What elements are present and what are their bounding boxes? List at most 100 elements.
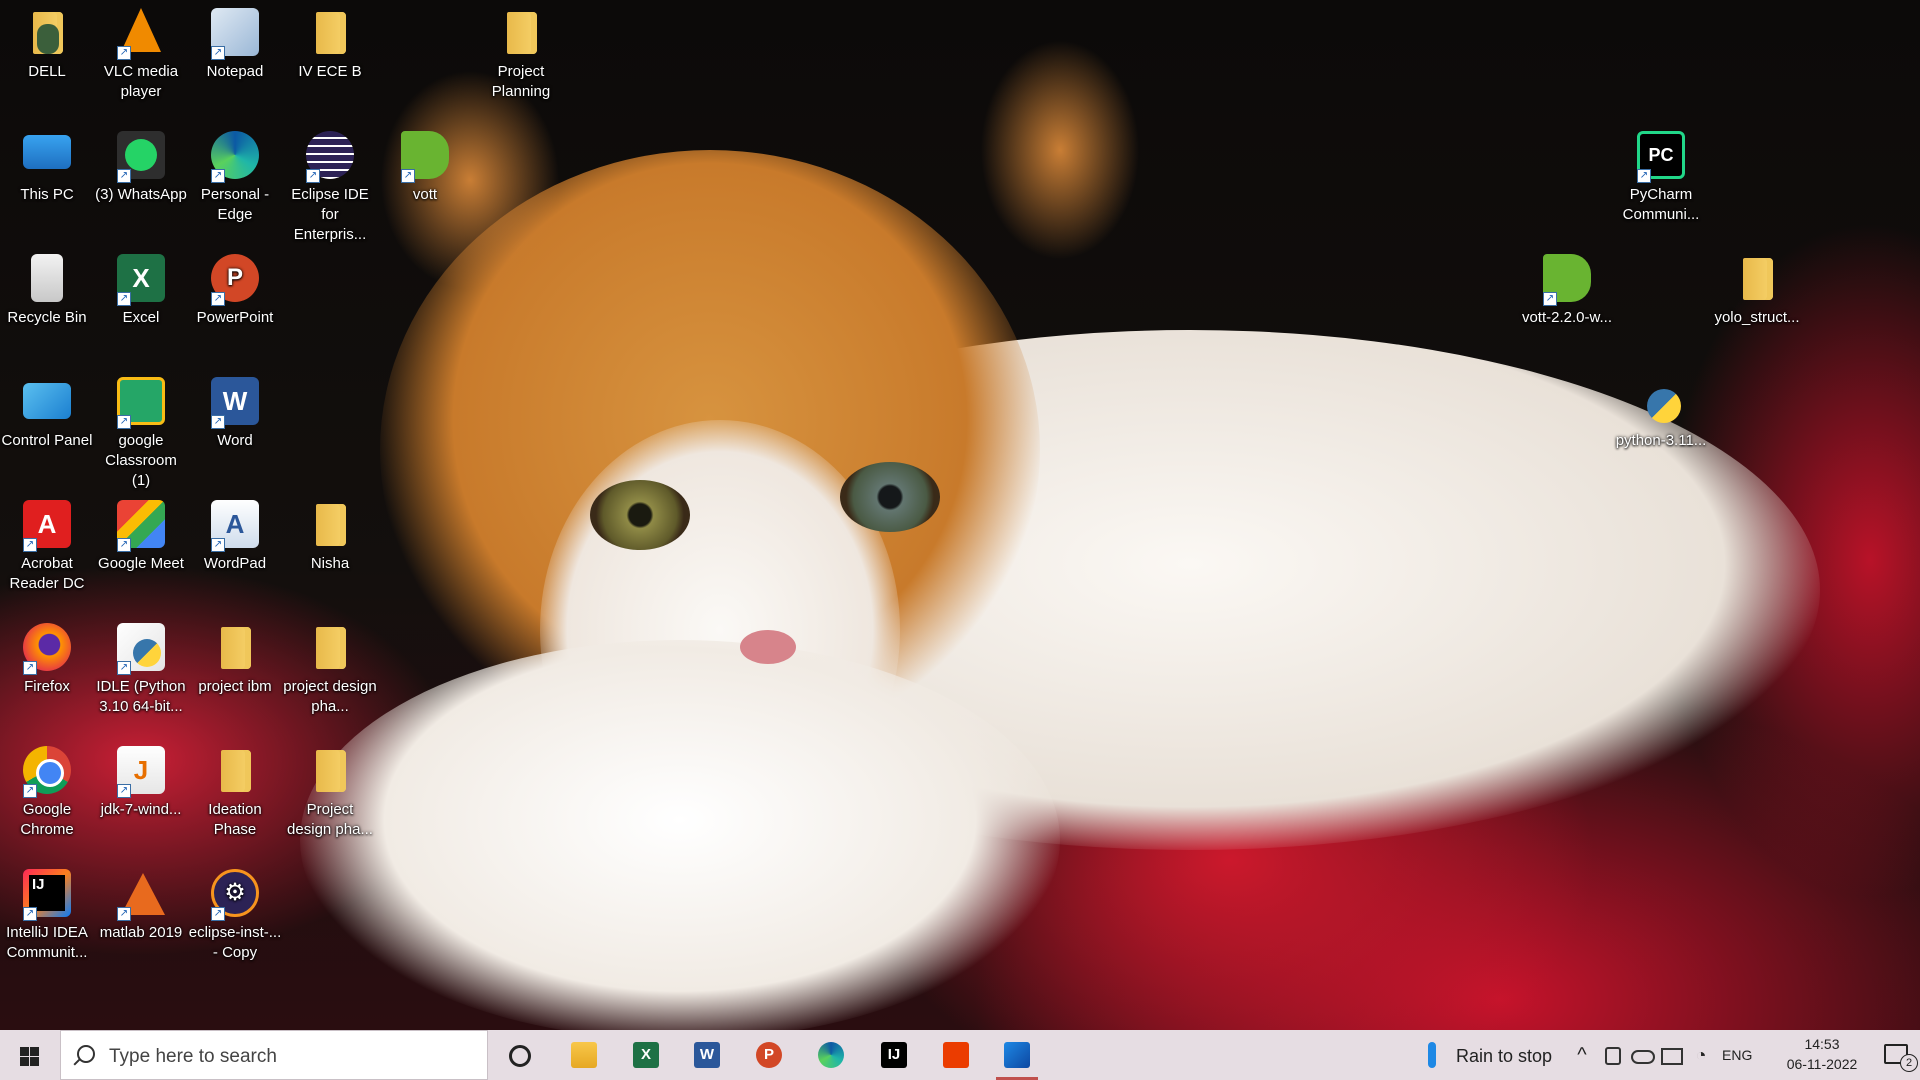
taskbar-powerpoint-button[interactable]: P — [740, 1030, 798, 1080]
taskbar-edge-button[interactable] — [802, 1030, 860, 1080]
desktop-icon-label: project ibm — [198, 678, 272, 695]
desktop-icon-matlab[interactable]: ↗ matlab 2019 — [94, 861, 188, 943]
eclipse-icon: ↗ — [304, 129, 356, 183]
shortcut-arrow-icon: ↗ — [211, 907, 225, 921]
desktop-icon-google-classroom[interactable]: ↗ google Classroom (1) — [94, 369, 188, 491]
action-center-button[interactable]: 2 — [1876, 1030, 1920, 1080]
taskbar-file-explorer-button[interactable] — [555, 1030, 613, 1080]
desktop-icon-excel[interactable]: X ↗ Excel — [94, 246, 188, 328]
desktop-icon-label: yolo_struct... — [1714, 309, 1800, 326]
cortana-icon: O — [509, 1045, 531, 1067]
shortcut-arrow-icon: ↗ — [117, 784, 131, 798]
this-pc-icon — [21, 129, 73, 181]
desktop-icon-this-pc[interactable]: This PC — [0, 123, 94, 205]
kitten-eye-right — [840, 462, 940, 532]
shortcut-arrow-icon: ↗ — [211, 415, 225, 429]
weather-widget[interactable]: Rain to stop — [1420, 1030, 1560, 1080]
word-icon: W ↗ — [209, 375, 261, 429]
desktop-icon-dell[interactable]: DELL — [0, 0, 94, 82]
desktop-icon-vlc[interactable]: ↗ VLC media player — [94, 0, 188, 102]
powerpoint-icon: P — [756, 1042, 782, 1068]
onedrive-icon[interactable] — [1628, 1030, 1655, 1080]
desktop-icon-control-panel[interactable]: Control Panel — [0, 369, 94, 451]
taskbar-search-box[interactable]: Type here to search — [60, 1030, 488, 1080]
desktop-icon-label: Nisha — [310, 555, 350, 572]
shortcut-arrow-icon: ↗ — [117, 292, 131, 306]
desktop-icon-python-installer[interactable]: python-3.11... — [1614, 369, 1708, 451]
desktop-icon-nisha[interactable]: Nisha — [283, 492, 377, 574]
desktop-icon-powerpoint[interactable]: P ↗ PowerPoint — [188, 246, 282, 328]
desktop-icon-project-ibm[interactable]: project ibm — [188, 615, 282, 697]
control-panel-icon — [21, 375, 73, 427]
vott-tag-icon: ↗ — [399, 129, 451, 183]
desktop-icon-label: (3) WhatsApp — [95, 186, 187, 203]
desktop-icon-intellij[interactable]: IJ ↗ IntelliJ IDEA Communit... — [0, 861, 94, 963]
shortcut-arrow-icon: ↗ — [306, 169, 320, 183]
desktop-icon-chrome[interactable]: ↗ Google Chrome — [0, 738, 94, 840]
taskbar-intellij-button[interactable]: IJ — [865, 1030, 923, 1080]
show-hidden-icons-chevron[interactable]: ^ — [1570, 1030, 1594, 1080]
intellij-icon: IJ — [881, 1042, 907, 1068]
excel-icon: X ↗ — [115, 252, 167, 306]
wifi-icon[interactable]: ◔ — [1688, 1030, 1714, 1080]
desktop-icon-vott[interactable]: ↗ vott — [378, 123, 472, 205]
desktop-icon-label: Google Meet — [98, 555, 184, 572]
desktop-icon-ideation[interactable]: Ideation Phase — [188, 738, 282, 840]
desktop-icon-project-design-2[interactable]: Project design pha... — [283, 738, 377, 840]
windows-logo-icon — [20, 1047, 39, 1066]
search-icon — [77, 1045, 95, 1063]
desktop-icon-eclipse-inst[interactable]: ⚙ ↗ eclipse-inst-... - Copy — [188, 861, 282, 963]
taskbar-photos-button[interactable] — [988, 1030, 1046, 1080]
desktop-icon-project-design-1[interactable]: project design pha... — [283, 615, 377, 717]
whatsapp-icon: ↗ — [115, 129, 167, 183]
desktop-icon-label: Notepad — [206, 63, 264, 80]
clock-date: 06-11-2022 — [1786, 1056, 1858, 1072]
shortcut-arrow-icon: ↗ — [211, 292, 225, 306]
desktop-icon-word[interactable]: W ↗ Word — [188, 369, 282, 451]
desktop-icon-jdk[interactable]: J ↗ jdk-7-wind... — [94, 738, 188, 820]
battery-icon[interactable] — [1658, 1030, 1684, 1080]
desktop-icon-google-meet[interactable]: ↗ Google Meet — [94, 492, 188, 574]
clock[interactable]: 14:53 06-11-2022 — [1772, 1030, 1872, 1080]
wordpad-icon: A ↗ — [209, 498, 261, 552]
desktop-icon-label: Control Panel — [1, 432, 93, 449]
desktop-icon-label: PowerPoint — [196, 309, 274, 326]
desktop-icon-wordpad[interactable]: A ↗ WordPad — [188, 492, 282, 574]
shortcut-arrow-icon: ↗ — [117, 661, 131, 675]
language-indicator[interactable]: ENG — [1722, 1030, 1762, 1080]
desktop-icon-label: jdk-7-wind... — [100, 801, 182, 818]
java-installer-icon: J ↗ — [115, 744, 167, 798]
desktop-icon-edge[interactable]: ↗ Personal - Edge — [188, 123, 282, 225]
desktop-icon-acrobat[interactable]: A ↗ Acrobat Reader DC — [0, 492, 94, 594]
desktop-icon-label: VLC media player — [103, 63, 179, 100]
taskbar-office-button[interactable] — [927, 1030, 985, 1080]
desktop-icon-firefox[interactable]: ↗ Firefox — [0, 615, 94, 697]
office-icon — [943, 1042, 969, 1068]
intellij-icon: IJ ↗ — [21, 867, 73, 921]
taskbar-word-button[interactable]: W — [678, 1030, 736, 1080]
desktop-icon-notepad[interactable]: ↗ Notepad — [188, 0, 282, 82]
start-button[interactable] — [0, 1030, 60, 1080]
desktop-icon-label: Acrobat Reader DC — [9, 555, 85, 592]
desktop-icon-idle[interactable]: ↗ IDLE (Python 3.10 64-bit... — [94, 615, 188, 717]
desktop-icon-eclipse-ide[interactable]: ↗ Eclipse IDE for Enterpris... — [283, 123, 377, 245]
desktop-icon-label: python-3.11... — [1615, 432, 1707, 449]
vlc-icon: ↗ — [115, 6, 167, 60]
desktop-icon-yolo[interactable]: yolo_struct... — [1710, 246, 1804, 328]
taskbar-cortana-button[interactable]: O — [490, 1030, 548, 1080]
desktop-icon-iv-ece-b[interactable]: IV ECE B — [283, 0, 377, 82]
desktop-icon-whatsapp[interactable]: ↗ (3) WhatsApp — [94, 123, 188, 205]
desktop-icon-recycle-bin[interactable]: Recycle Bin — [0, 246, 94, 328]
pycharm-icon: PC ↗ — [1635, 129, 1687, 183]
shortcut-arrow-icon: ↗ — [23, 538, 37, 552]
desktop-icon-vott-installer[interactable]: ↗ vott-2.2.0-w... — [1520, 246, 1614, 328]
kitten-eye-left — [590, 480, 690, 550]
desktop-icon-project-planning[interactable]: Project Planning — [474, 0, 568, 102]
taskbar: Type here to search OXWPIJ Rain to stop … — [0, 1030, 1920, 1080]
file-explorer-icon — [571, 1042, 597, 1068]
taskbar-excel-button[interactable]: X — [617, 1030, 675, 1080]
shortcut-arrow-icon: ↗ — [117, 415, 131, 429]
acrobat-icon: A ↗ — [21, 498, 73, 552]
meet-now-icon[interactable] — [1600, 1030, 1624, 1080]
desktop-icon-pycharm[interactable]: PC ↗ PyCharm Communi... — [1614, 123, 1708, 225]
